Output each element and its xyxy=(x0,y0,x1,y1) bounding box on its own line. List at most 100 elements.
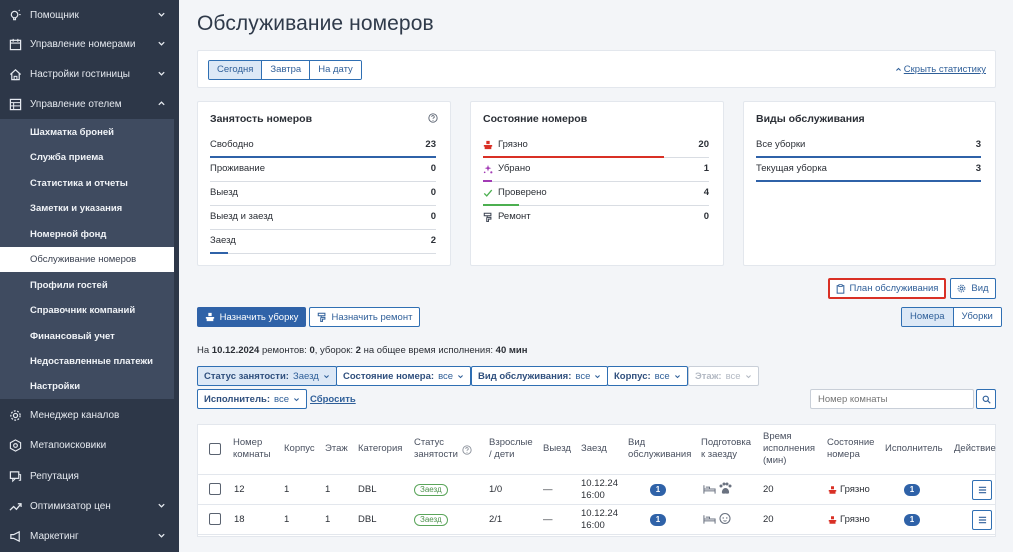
dirty-icon xyxy=(828,486,837,494)
service-count-badge[interactable]: 1 xyxy=(650,514,666,526)
filter-value: все xyxy=(654,370,670,382)
repair-icon xyxy=(483,212,492,222)
sidebar-item-channel-manager[interactable]: Менеджер каналов xyxy=(0,400,179,430)
cell-arrival-date: 10.12.24 xyxy=(581,478,618,489)
calendar-icon xyxy=(8,37,22,51)
summary-cleanings: 2 xyxy=(355,345,361,356)
hide-stats-link[interactable]: Скрыть статистику xyxy=(895,64,986,75)
help-icon[interactable] xyxy=(428,113,438,123)
home-icon xyxy=(8,67,22,81)
megaphone-icon xyxy=(8,529,22,543)
col-header-room-state[interactable]: Состояние номера xyxy=(827,437,879,461)
filter-label: Статус занятости: xyxy=(204,370,289,382)
divider xyxy=(198,504,995,505)
row-value: 0 xyxy=(430,211,436,222)
sidebar-item-housekeeping[interactable]: Обслуживание номеров xyxy=(0,247,174,272)
chevron-down-icon xyxy=(158,503,165,508)
tab-rooms[interactable]: Номера xyxy=(902,308,954,326)
service-type-row: Текущая уборка 3 xyxy=(756,158,981,182)
sidebar-item-companies[interactable]: Справочник компаний xyxy=(0,298,174,323)
col-header-category[interactable]: Категория xyxy=(358,443,402,455)
sidebar-item-statistics[interactable]: Статистика и отчеты xyxy=(0,171,174,196)
room-search-input[interactable] xyxy=(810,389,974,409)
assign-repair-button[interactable]: Назначить ремонт xyxy=(309,307,420,327)
col-header-service-type[interactable]: Вид обслуживания xyxy=(628,437,698,461)
col-header-room[interactable]: Номер комнаты xyxy=(233,437,277,461)
sidebar-item-notes[interactable]: Заметки и указания xyxy=(0,196,174,221)
assign-cleaning-button[interactable]: Назначить уборку xyxy=(197,307,306,327)
row-checkbox[interactable] xyxy=(209,483,221,495)
room-search-button[interactable] xyxy=(976,389,996,409)
filter-value: все xyxy=(438,370,454,382)
row-label: Выезд xyxy=(210,187,238,198)
sidebar-item-hotel-settings[interactable]: Настройки гостиницы xyxy=(0,59,179,89)
col-header-guests[interactable]: Взрослые / дети xyxy=(489,437,537,461)
sidebar-item-undelivered-payments[interactable]: Недоставленные платежи xyxy=(0,349,174,374)
tab-today[interactable]: Сегодня xyxy=(209,61,263,79)
rooms-table: Номер комнаты Корпус Этаж Категория Стат… xyxy=(197,424,996,537)
col-header-preparation[interactable]: Подготовка к заезду xyxy=(701,437,757,461)
tab-cleanings[interactable]: Уборки xyxy=(953,308,1001,326)
sidebar: Помощник Управление номерами Настройки г… xyxy=(0,0,179,552)
sidebar-item-hotel-management[interactable]: Управление отелем xyxy=(0,89,179,119)
filter-room-state[interactable]: Состояние номера: все xyxy=(336,366,472,386)
col-header-occupancy-status[interactable]: Статус занятости xyxy=(414,437,462,461)
filter-value: все xyxy=(274,393,289,405)
row-action-button[interactable] xyxy=(972,480,992,500)
sidebar-item-label: Метапоисковики xyxy=(30,439,107,451)
service-count-badge[interactable]: 1 xyxy=(650,484,666,496)
sidebar-item-rooms[interactable]: Управление номерами xyxy=(0,29,179,59)
grid-icon xyxy=(8,97,22,111)
filter-building[interactable]: Корпус: все xyxy=(607,366,688,386)
filter-occupancy-status[interactable]: Статус занятости: Заезд xyxy=(197,366,337,386)
sidebar-item-guest-profiles[interactable]: Профили гостей xyxy=(0,273,174,298)
summary-repairs-text: ремонтов: xyxy=(261,345,307,356)
dirty-icon xyxy=(828,516,837,524)
view-settings-button[interactable]: Вид xyxy=(950,278,996,299)
sidebar-item-price-optimizer[interactable]: Оптимизатор цен xyxy=(0,491,179,521)
sidebar-item-reputation[interactable]: Репутация xyxy=(0,461,179,491)
row-label: Грязно xyxy=(498,139,528,150)
row-value: 3 xyxy=(975,163,981,174)
sidebar-item-marketing[interactable]: Маркетинг xyxy=(0,521,179,551)
sidebar-item-settings[interactable]: Настройки xyxy=(0,374,174,399)
cell-floor: 1 xyxy=(325,484,331,495)
divider xyxy=(198,474,995,475)
reset-filters-link[interactable]: Сбросить xyxy=(310,394,356,405)
sidebar-item-label: Профили гостей xyxy=(30,280,108,291)
sidebar-item-room-stock[interactable]: Номерной фонд xyxy=(0,222,174,247)
executor-badge[interactable]: 1 xyxy=(904,484,920,496)
col-header-building[interactable]: Корпус xyxy=(284,443,315,455)
room-state-card: Состояние номеров Грязно 20 Убрано 1 Про… xyxy=(470,101,724,266)
cleaning-icon xyxy=(205,312,214,322)
col-header-departure[interactable]: Выезд xyxy=(543,443,571,455)
maintenance-plan-button[interactable]: План обслуживания xyxy=(828,278,946,299)
sidebar-item-label: Оптимизатор цен xyxy=(30,500,111,512)
tab-tomorrow[interactable]: Завтра xyxy=(262,61,311,79)
summary-cleanings-text: , уборок: xyxy=(314,345,353,356)
search-icon xyxy=(8,438,22,452)
select-all-checkbox[interactable] xyxy=(209,443,221,455)
filter-executor[interactable]: Исполнитель: все xyxy=(197,389,307,409)
sidebar-item-booking-chart[interactable]: Шахматка броней xyxy=(0,120,174,145)
help-icon[interactable] xyxy=(462,445,472,455)
sidebar-item-finance[interactable]: Финансовый учет xyxy=(0,324,174,349)
tab-on-date[interactable]: На дату xyxy=(310,61,361,79)
filter-label: Вид обслуживания: xyxy=(478,370,572,382)
sidebar-item-assistant[interactable]: Помощник xyxy=(0,0,179,30)
col-header-arrival[interactable]: Заезд xyxy=(581,443,607,455)
col-header-executor[interactable]: Исполнитель xyxy=(885,443,943,455)
chat-icon xyxy=(8,469,22,483)
row-action-button[interactable] xyxy=(972,510,992,530)
filter-service-type[interactable]: Вид обслуживания: все xyxy=(471,366,609,386)
col-header-time[interactable]: Время исполнения (мин) xyxy=(763,431,821,467)
cell-departure: — xyxy=(543,514,553,525)
sidebar-item-front-desk[interactable]: Служба приема xyxy=(0,145,174,170)
row-checkbox[interactable] xyxy=(209,513,221,525)
filter-value: все xyxy=(725,370,741,382)
col-header-action[interactable]: Действие xyxy=(954,443,996,455)
sidebar-item-metasearch[interactable]: Метапоисковики xyxy=(0,430,179,460)
cell-room: 12 xyxy=(234,484,245,495)
executor-badge[interactable]: 1 xyxy=(904,514,920,526)
col-header-floor[interactable]: Этаж xyxy=(325,443,348,455)
